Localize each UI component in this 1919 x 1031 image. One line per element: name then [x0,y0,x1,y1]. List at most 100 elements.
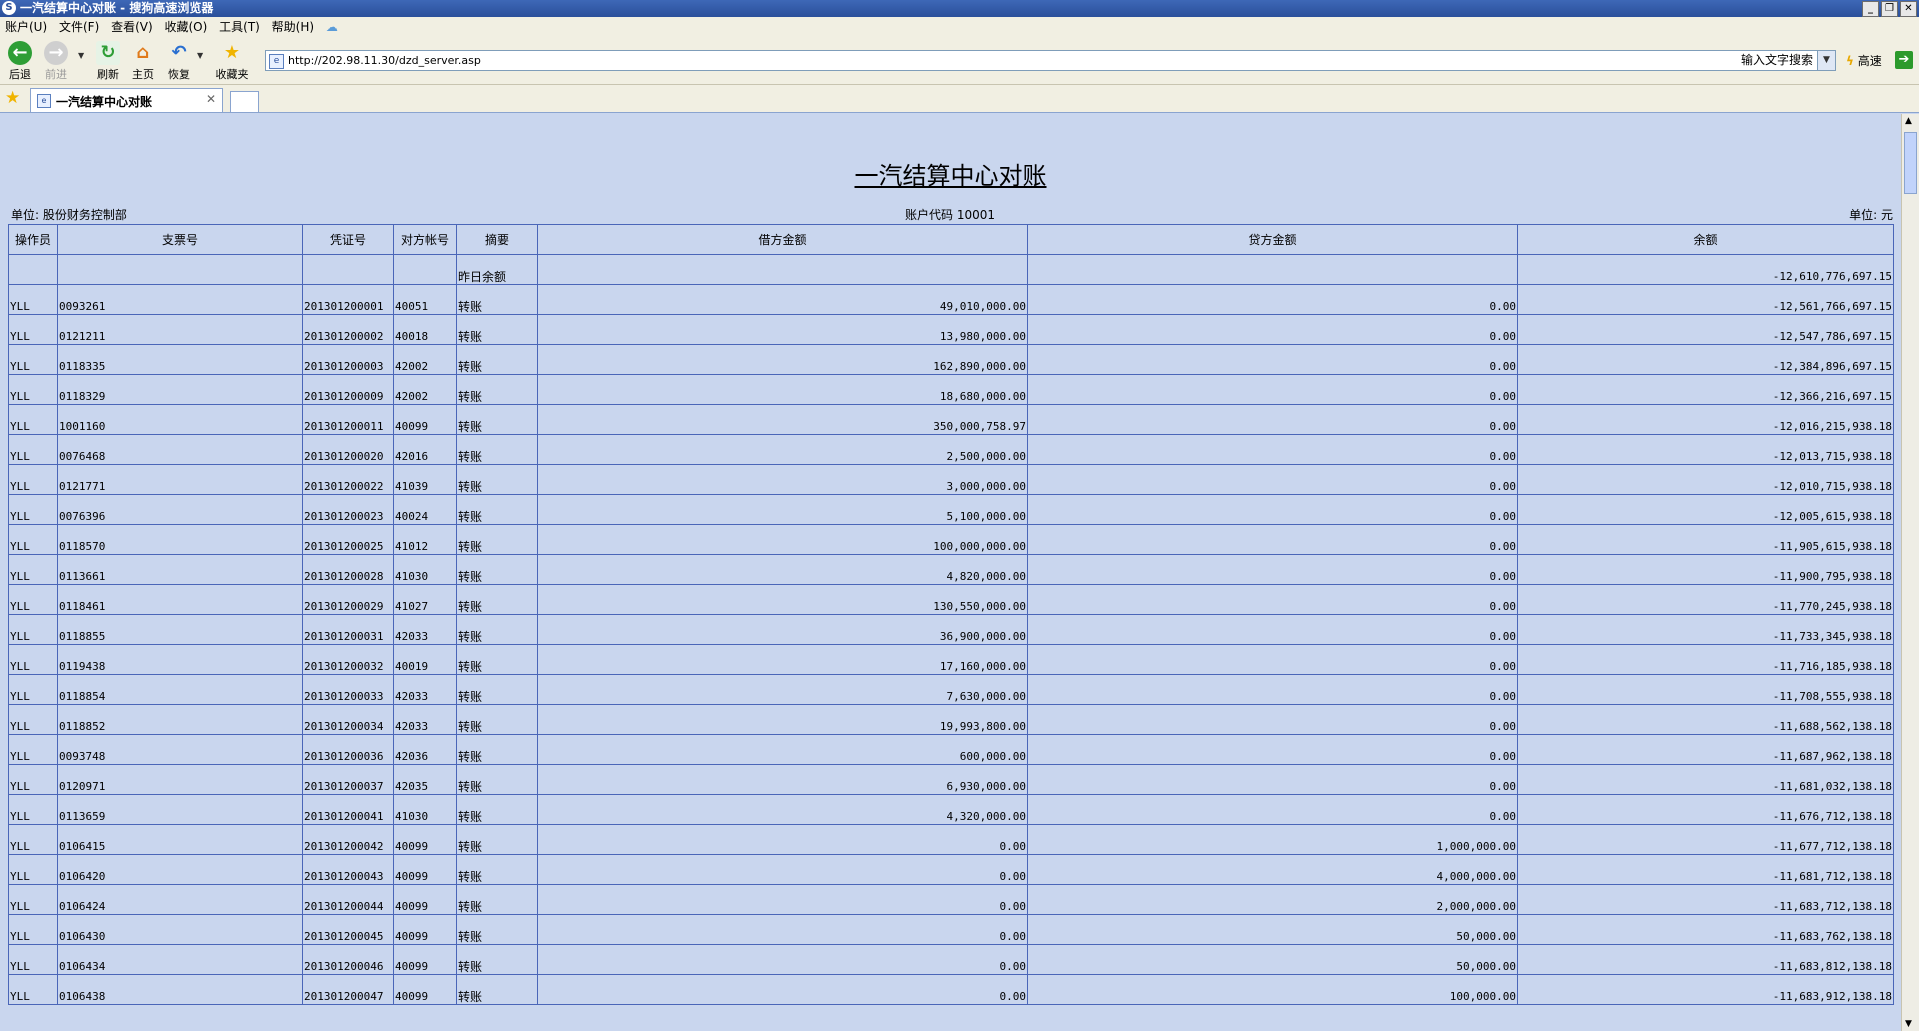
cell-debit: 13,980,000.00 [537,314,1028,345]
cell-counter-account: 42033 [393,674,457,705]
refresh-button[interactable]: ↻ 刷新 [89,41,127,82]
cell-voucher-no: 201301200002 [302,314,394,345]
cell-balance: -12,005,615,938.18 [1517,494,1894,525]
restore-button[interactable]: ↶ 恢复 [160,41,198,82]
table-body: 昨日余额 -12,610,776,697.15 YLL 0093261 201301… [8,254,1894,1005]
cell-check-no: 0118570 [57,524,303,555]
col-header-debit: 借方金额 [537,224,1028,255]
table-row: YLL 0118461 201301200029 41027 转账 130,550,000… [8,584,1894,615]
cell-voucher-no: 201301200044 [302,884,394,915]
cell-balance: -11,681,712,138.18 [1517,854,1894,885]
scrollbar-thumb[interactable] [1904,132,1917,194]
menu-account[interactable]: 账户(U) [0,17,51,37]
cell-credit: 0.00 [1027,584,1518,615]
cell-counter-account: 40099 [393,824,457,855]
cell-voucher-no: 201301200037 [302,764,394,795]
cell-voucher-no: 201301200020 [302,434,394,465]
cell-summary: 转账 [456,734,538,765]
table-row: YLL 0106438 201301200047 40099 转账 0.00 100,000… [8,974,1894,1005]
col-header-balance: 余额 [1517,224,1894,255]
tab-title: 一汽结算中心对账 [56,95,153,109]
cell-check-no: 0106420 [57,854,303,885]
page-icon: e [269,54,284,69]
cell-operator: YLL [8,944,58,975]
cell-debit: 17,160,000.00 [537,644,1028,675]
tab-reconciliation[interactable]: e 一汽结算中心对账 ✕ [30,88,223,112]
cell-debit: 6,930,000.00 [537,764,1028,795]
menu-tools[interactable]: 工具(T) [215,17,264,37]
cell-voucher-no: 201301200031 [302,614,394,645]
cell-check-no: 0106434 [57,944,303,975]
address-bar[interactable]: e http://202.98.11.30/dzd_server.asp 输入文… [265,50,1836,71]
restore-dropdown-icon[interactable]: ▼ [197,51,203,60]
cell-counter-account: 42033 [393,614,457,645]
favorites-button[interactable]: ★ 收藏夹 [213,41,251,82]
search-engine-label[interactable]: 输入文字搜索 [1741,51,1813,70]
restore-window-button[interactable]: ❐ [1881,1,1898,17]
cell-credit: 0.00 [1027,704,1518,735]
col-header-operator: 操作员 [8,224,58,255]
table-row: YLL 0118570 201301200025 41012 转账 100,000,000… [8,524,1894,555]
cell-operator: YLL [8,464,58,495]
cell-credit: 0.00 [1027,794,1518,825]
cell-voucher-no: 201301200047 [302,974,394,1005]
table-row: YLL 0118329 201301200009 42002 转账 18,680,000.… [8,374,1894,405]
cell-debit: 0.00 [537,854,1028,885]
forward-button[interactable]: → 前进 [37,41,75,82]
cell-balance: -11,770,245,938.18 [1517,584,1894,615]
forward-dropdown-icon[interactable]: ▼ [78,51,84,60]
menu-help[interactable]: 帮助(H) [268,17,318,37]
cell-counter-account: 42016 [393,434,457,465]
menu-file[interactable]: 文件(F) [55,17,103,37]
close-window-button[interactable]: ✕ [1900,1,1917,17]
cell-check-no: 0106415 [57,824,303,855]
cell-debit: 350,000,758.97 [537,404,1028,435]
cell-summary: 转账 [456,434,538,465]
refresh-icon: ↻ [96,41,120,65]
cell-check-no: 0118852 [57,704,303,735]
menu-favorites[interactable]: 收藏(O) [161,17,212,37]
cell-balance: -12,610,776,697.15 [1517,254,1894,285]
cell-operator: YLL [8,644,58,675]
cell-check-no: 0113659 [57,794,303,825]
cell-check-no [57,254,303,285]
cell-counter-account [393,254,457,285]
vertical-scrollbar[interactable]: ▲ ▼ [1901,114,1919,1031]
menu-view[interactable]: 查看(V) [107,17,157,37]
go-button[interactable]: ➔ [1895,51,1913,69]
cell-balance: -11,676,712,138.18 [1517,794,1894,825]
col-header-summary: 摘要 [456,224,538,255]
cell-check-no: 0121771 [57,464,303,495]
cloud-sync-icon[interactable]: ☁ [326,17,338,37]
close-tab-icon[interactable]: ✕ [206,92,216,106]
cell-check-no: 1001160 [57,404,303,435]
cell-credit: 0.00 [1027,614,1518,645]
cell-summary: 转账 [456,854,538,885]
home-button[interactable]: ⌂ 主页 [124,41,162,82]
cell-operator: YLL [8,734,58,765]
favorites-star-icon[interactable]: ★ [5,88,20,108]
cell-balance: -11,677,712,138.18 [1517,824,1894,855]
address-dropdown-icon[interactable]: ▼ [1817,51,1835,70]
cell-balance: -11,708,555,938.18 [1517,674,1894,705]
cell-operator: YLL [8,434,58,465]
new-tab-button[interactable] [230,91,259,112]
minimize-button[interactable]: _ [1862,1,1879,17]
cell-credit: 0.00 [1027,284,1518,315]
cell-counter-account: 41030 [393,554,457,585]
cell-operator: YLL [8,584,58,615]
cell-balance: -11,733,345,938.18 [1517,614,1894,645]
cell-debit: 3,000,000.00 [537,464,1028,495]
speed-mode-button[interactable]: ϟ 高速 [1846,52,1882,69]
scroll-down-arrow-icon[interactable]: ▼ [1905,1019,1912,1029]
cell-credit: 0.00 [1027,374,1518,405]
cell-check-no: 0118461 [57,584,303,615]
back-button[interactable]: ← 后退 [1,41,39,82]
cell-operator: YLL [8,374,58,405]
cell-counter-account: 40099 [393,914,457,945]
cell-voucher-no: 201301200029 [302,584,394,615]
cell-credit: 0.00 [1027,494,1518,525]
scroll-up-arrow-icon[interactable]: ▲ [1905,116,1912,126]
url-text[interactable]: http://202.98.11.30/dzd_server.asp [288,51,481,70]
table-row: YLL 0093748 201301200036 42036 转账 600,000.00 0… [8,734,1894,765]
